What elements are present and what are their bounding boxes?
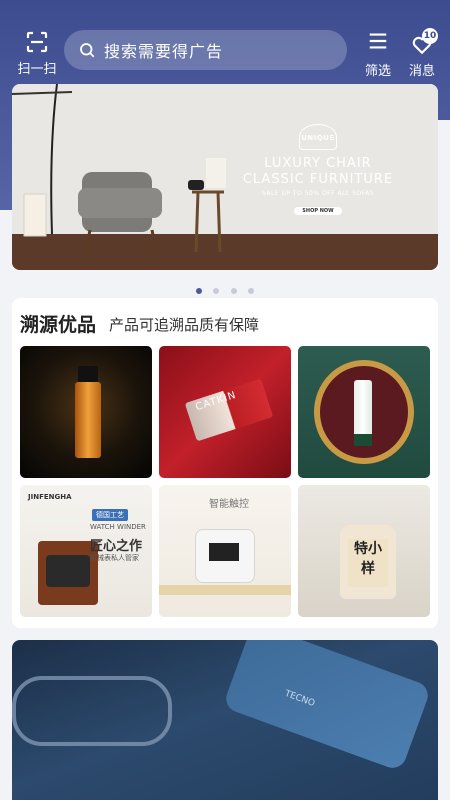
glasses-illustration [12,676,172,746]
menu-icon [369,33,387,49]
banner-headline-2: CLASSIC FURNITURE [242,172,394,187]
watch-sub: 机械表私人管家 [90,554,139,562]
bottom-promo-banner[interactable]: TECNO [12,640,438,800]
serum-bottle [75,382,101,458]
watch-brand: JINFENGHA [28,493,72,501]
section-subtitle: 产品可追溯品质有保障 [109,316,260,334]
carousel-dot-1[interactable] [196,288,203,294]
banner-text-block: UNIQUE LUXURY CHAIR CLASSIC FURNITURE SA… [238,124,398,216]
message-button[interactable]: 10 消息 [400,28,444,79]
carousel-dot-2[interactable] [213,288,220,294]
shop-now-button[interactable]: SHOP NOW [294,207,342,215]
carousel-dot-4[interactable] [247,288,254,294]
promo-banner[interactable]: UNIQUE LUXURY CHAIR CLASSIC FURNITURE SA… [12,84,438,270]
product-tile-jar[interactable]: 特小样 [298,485,430,617]
banner-subline: SALE UP TO 50% OFF ALL SOFAS [261,190,375,197]
top-bar: 扫一扫 搜索需要得广告 筛选 10 消息 [0,22,450,82]
watch-title: 匠心之作 [90,539,143,554]
jar-label: 特小样 [348,539,388,587]
filter-label: 筛选 [364,64,391,79]
product-tile-cream[interactable] [298,346,430,478]
scan-label: 扫一扫 [17,62,57,77]
traceable-products-section: 溯源优品 产品可追溯品质有保障 CATKIN JINFENGHA 德国工艺 WA… [12,298,438,628]
watch-tag: 德国工艺 [92,509,128,521]
watch-inner [46,555,90,587]
watch-en: WATCH WINDER [90,523,146,531]
carousel-dots [0,279,450,298]
message-label: 消息 [408,64,435,79]
product-tile-lipstick[interactable]: CATKIN [159,346,291,478]
search-input[interactable]: 搜索需要得广告 [64,30,347,70]
product-tile-cooker[interactable]: 智能触控 [159,485,291,617]
section-title: 溯源优品 [20,314,97,336]
scan-button[interactable]: 扫一扫 [14,30,60,80]
message-badge: 10 [422,28,438,44]
cream-tube [354,380,372,440]
unique-badge: UNIQUE [299,124,337,150]
search-icon [80,43,95,58]
product-tile-serum[interactable] [20,346,152,478]
search-placeholder: 搜索需要得广告 [104,42,224,61]
filter-button[interactable]: 筛选 [358,30,398,79]
cooker-shelf [159,585,291,595]
carousel-dot-3[interactable] [230,288,237,294]
phone-illustration [222,640,432,772]
cooker-title: 智能触控 [209,499,249,510]
banner-headline-1: LUXURY CHAIR [264,156,372,171]
cooker-screen [209,543,239,561]
product-tile-watch-winder[interactable]: JINFENGHA 德国工艺 WATCH WINDER 匠心之作 机械表私人管家 [20,485,152,617]
cream-tube-cap [354,434,372,446]
scan-icon [26,31,48,53]
